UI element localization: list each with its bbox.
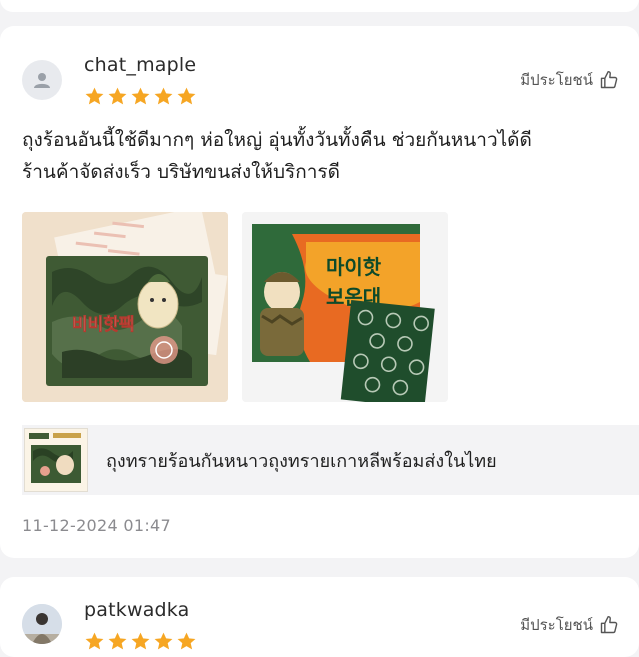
helpful-label: มีประโยชน์ [520,616,593,634]
thumbs-up-icon [600,70,618,89]
review-text-line: ถุงร้อนอันนี้ใช้ดีมากๆ ห่อใหญ่ อุ่นทั้งว… [22,129,532,151]
review-text: ถุงร้อนอันนี้ใช้ดีมากๆ ห่อใหญ่ อุ่นทั้งว… [22,124,639,188]
helpful-label: มีประโยชน์ [520,71,593,89]
heat-pack-photo: 비비핫팩 [22,212,228,402]
user-avatar[interactable] [22,60,62,100]
star-icon [85,87,104,105]
product-thumbnail [24,428,88,492]
thumbs-up-icon [600,615,618,634]
star-icon [177,632,196,650]
helpful-button[interactable]: มีประโยชน์ [520,68,619,92]
review-card: chat_maple มีประโยชน์ ถุงร้อนอันนี้ใช้ดี… [0,26,639,558]
review-username[interactable]: patkwadka [84,599,190,621]
review-text-line: ร้านค้าจัดส่งเร็ว บริษัทขนส่งให้บริการดี [22,161,340,183]
star-icon [131,632,150,650]
star-icon [154,87,173,105]
review-photo-2[interactable]: 마이핫 보온대 [242,212,448,402]
user-icon [34,73,50,88]
user-avatar[interactable] [22,604,62,644]
photo-1-label: 비비핫팩 [72,314,135,335]
helpful-button[interactable]: มีประโยชน์ [520,613,619,637]
review-photo-1[interactable]: 비비핫팩 [22,212,228,402]
star-icon [177,87,196,105]
photo-2-title: 마이핫 [326,255,382,279]
rating-stars [84,631,197,652]
avatar-photo-icon [22,604,62,644]
product-link[interactable]: ถุงทรายร้อนกันหนาวถุงทรายเกาหลีพร้อมส่งใ… [22,425,639,495]
star-icon [154,632,173,650]
star-icon [108,632,127,650]
review-card-next: patkwadka มีประโยชน์ [0,577,639,657]
rating-stars [84,86,197,107]
product-thumbnail-image [25,429,87,491]
review-timestamp: 11-12-2024 01:47 [22,516,171,535]
star-icon [85,632,104,650]
review-username[interactable]: chat_maple [84,54,196,76]
previous-review-card [0,0,639,12]
star-icon [131,87,150,105]
heat-pack-photo: 마이핫 보온대 [242,212,448,402]
star-icon [108,87,127,105]
product-name: ถุงทรายร้อนกันหนาวถุงทรายเกาหลีพร้อมส่งใ… [106,450,497,472]
